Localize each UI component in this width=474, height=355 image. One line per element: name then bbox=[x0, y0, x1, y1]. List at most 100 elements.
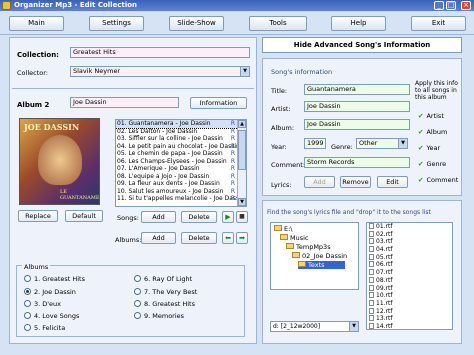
collection-name-field[interactable]: Greatest Hits bbox=[70, 47, 250, 58]
file-item[interactable]: 03.rtf bbox=[367, 238, 452, 246]
folder-node[interactable]: Texts bbox=[298, 261, 345, 269]
apply-checkbox[interactable]: ✔ Artist bbox=[418, 112, 444, 120]
menu-slide-show[interactable]: Slide-Show bbox=[169, 16, 224, 31]
checkmark-icon[interactable]: ✔ bbox=[418, 160, 423, 168]
radio-icon[interactable] bbox=[134, 312, 141, 319]
add-album-button[interactable]: Add bbox=[141, 232, 176, 244]
file-item[interactable]: 01.rtf bbox=[367, 223, 452, 231]
album-field[interactable]: Joe Dassin bbox=[304, 119, 410, 130]
apply-checkbox[interactable]: ✔ Comment bbox=[418, 176, 458, 184]
year-field[interactable]: 1999 bbox=[304, 138, 326, 149]
arrow-left-icon[interactable]: ⬅ bbox=[222, 232, 234, 244]
minimize-button[interactable]: _ bbox=[434, 1, 444, 10]
apply-checkbox[interactable]: ✔ Genre bbox=[418, 160, 446, 168]
folder-tree[interactable]: E:\ Music TempMp3s 02_Joe Dassin Texts bbox=[270, 222, 359, 290]
track-row[interactable]: 05. Le chemin de papa - Joe Dassin R bbox=[116, 150, 246, 158]
scroll-up-icon[interactable]: ▲ bbox=[238, 120, 246, 128]
checkmark-icon[interactable]: ✔ bbox=[418, 128, 423, 136]
album-radio[interactable]: 9. Memories bbox=[134, 312, 184, 320]
play-icon[interactable]: ▶ bbox=[222, 211, 234, 223]
file-item[interactable]: 04.rtf bbox=[367, 246, 452, 254]
replace-cover-button[interactable]: Replace bbox=[18, 210, 58, 222]
hide-advanced-info-button[interactable]: Hide Advanced Song's Information bbox=[262, 37, 462, 53]
track-row[interactable]: 01. Guantanamera - Joe Dassin R bbox=[116, 120, 246, 129]
add-song-button[interactable]: Add bbox=[141, 211, 176, 223]
radio-icon[interactable] bbox=[24, 312, 31, 319]
stop-icon[interactable]: ■ bbox=[236, 211, 248, 223]
file-item[interactable]: 10.rtf bbox=[367, 292, 452, 300]
title-field[interactable]: Guantanamera bbox=[304, 84, 410, 95]
add-lyrics-button[interactable]: Add bbox=[304, 176, 335, 188]
collector-select[interactable]: Slavik Neymer ▼ bbox=[70, 66, 250, 77]
album-radio[interactable]: 6. Ray Of Light bbox=[134, 275, 192, 283]
file-item[interactable]: 11.rtf bbox=[367, 299, 452, 308]
chevron-down-icon[interactable]: ▼ bbox=[240, 67, 249, 76]
album-radio[interactable]: 7. The Very Best bbox=[134, 288, 197, 296]
radio-icon[interactable] bbox=[24, 288, 31, 295]
menu-help[interactable]: Help bbox=[331, 16, 386, 31]
track-row[interactable]: 09. La fleur aux dents - Joe Dassin R bbox=[116, 180, 246, 188]
default-cover-button[interactable]: Default bbox=[65, 210, 103, 222]
checkmark-icon[interactable]: ✔ bbox=[418, 176, 423, 184]
file-item[interactable]: 07.rtf bbox=[367, 269, 452, 277]
radio-icon[interactable] bbox=[24, 324, 31, 331]
track-row[interactable]: 04. Le petit pain au chocolat - Joe Dass… bbox=[116, 143, 246, 151]
file-item[interactable]: 13.rtf bbox=[367, 315, 452, 323]
track-row[interactable]: 02. Les Dalton - Joe Dassin R bbox=[116, 128, 246, 136]
folder-node[interactable]: 02_Joe Dassin bbox=[292, 252, 347, 260]
lyrics-file-list[interactable]: 01.rtf 02.rtf 03.rtf 04.rtf 05.rtf 06.rtf 07.r… bbox=[366, 222, 453, 330]
radio-icon[interactable] bbox=[134, 288, 141, 295]
album-radio[interactable]: 2. Joe Dassin bbox=[24, 288, 76, 296]
album-radio[interactable]: 3. D'eux bbox=[24, 300, 61, 308]
checkmark-icon[interactable]: ✔ bbox=[418, 144, 423, 152]
folder-node[interactable]: TempMp3s bbox=[286, 243, 331, 251]
apply-checkbox[interactable]: ✔ Year bbox=[418, 144, 440, 152]
maximize-button[interactable]: □ bbox=[446, 1, 456, 10]
menu-tools[interactable]: Tools bbox=[249, 16, 307, 31]
arrow-right-icon[interactable]: ➡ bbox=[236, 232, 248, 244]
file-item[interactable]: 08.rtf bbox=[367, 276, 452, 285]
delete-song-button[interactable]: Delete bbox=[181, 211, 217, 223]
apply-checkbox[interactable]: ✔ Album bbox=[418, 128, 447, 136]
album-radio[interactable]: 4. Love Songs bbox=[24, 312, 79, 320]
track-row[interactable]: 06. Les Champs-Elysees - Joe Dassin R bbox=[116, 158, 246, 166]
tracks-list[interactable]: 01. Guantanamera - Joe Dassin R 02. Les Da… bbox=[115, 119, 247, 207]
file-item[interactable]: 14.rtf bbox=[367, 322, 452, 329]
artist-field[interactable]: Joe Dassin bbox=[304, 101, 410, 112]
track-row[interactable]: 07. L'Amerique - Joe Dassin R bbox=[116, 165, 246, 173]
radio-icon[interactable] bbox=[24, 300, 31, 307]
scroll-thumb[interactable] bbox=[238, 130, 246, 170]
album-artist-field[interactable]: Joe Dassin bbox=[70, 97, 179, 108]
file-item[interactable]: 02.rtf bbox=[367, 230, 452, 239]
radio-icon[interactable] bbox=[24, 275, 31, 282]
folder-node[interactable]: E:\ bbox=[274, 225, 293, 233]
checkmark-icon[interactable]: ✔ bbox=[418, 112, 423, 120]
file-item[interactable]: 06.rtf bbox=[367, 261, 452, 269]
track-row[interactable]: 03. Siffler sur la colline - Joe Dassin R bbox=[116, 135, 246, 143]
track-row[interactable]: 11. Si tu t'appelles melancolie - Joe Da… bbox=[116, 195, 246, 203]
menu-exit[interactable]: Exit bbox=[411, 16, 466, 31]
menu-main[interactable]: Main bbox=[9, 16, 64, 31]
track-row[interactable]: 08. L'equipe a Jojo - Joe Dassin R bbox=[116, 173, 246, 181]
delete-album-button[interactable]: Delete bbox=[181, 232, 217, 244]
radio-icon[interactable] bbox=[134, 275, 141, 282]
album-radio[interactable]: 5. Felicita bbox=[24, 324, 65, 332]
track-row[interactable]: 10. Salut les amoureux - Joe Dassin R bbox=[116, 188, 246, 196]
tracks-scrollbar[interactable]: ▲ ▼ bbox=[237, 120, 246, 206]
radio-icon[interactable] bbox=[134, 300, 141, 307]
comment-field[interactable]: Storm Records bbox=[304, 157, 410, 168]
remove-lyrics-button[interactable]: Remove bbox=[340, 176, 371, 188]
file-item[interactable]: 12.rtf bbox=[367, 307, 452, 316]
menu-settings[interactable]: Settings bbox=[89, 16, 144, 31]
folder-node[interactable]: Music bbox=[280, 234, 309, 242]
edit-lyrics-button[interactable]: Edit bbox=[377, 176, 408, 188]
chevron-down-icon[interactable]: ▼ bbox=[349, 322, 358, 331]
information-button[interactable]: Information bbox=[190, 97, 247, 109]
album-radio[interactable]: 8. Greatest Hits bbox=[134, 300, 195, 308]
close-window-button[interactable]: × bbox=[461, 1, 471, 10]
genre-select[interactable]: Other ▼ bbox=[356, 138, 408, 149]
scroll-down-icon[interactable]: ▼ bbox=[238, 198, 246, 206]
file-item[interactable]: 05.rtf bbox=[367, 253, 452, 262]
file-item[interactable]: 09.rtf bbox=[367, 284, 452, 293]
drive-select[interactable]: d: [2_12w2000] ▼ bbox=[270, 321, 359, 332]
